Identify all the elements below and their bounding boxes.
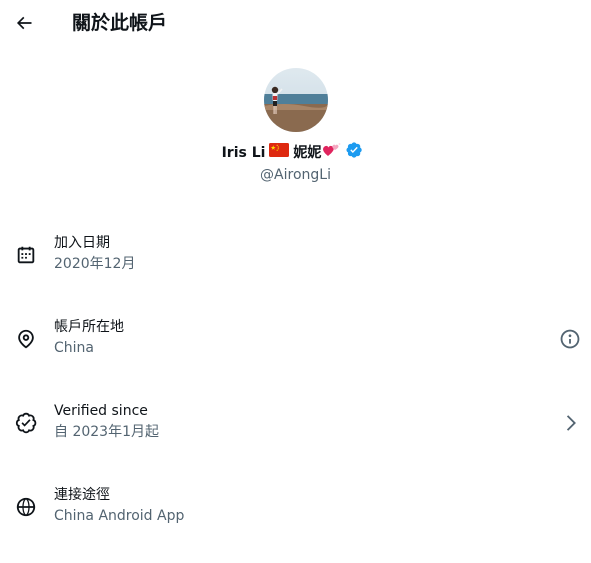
arrow-left-icon [16, 16, 32, 30]
display-name-suffix: 妮妮 [293, 145, 322, 161]
globe-icon [16, 497, 36, 517]
join-date-value: 2020年12月 [54, 256, 136, 272]
info-icon[interactable] [559, 328, 581, 350]
display-name-row: Iris Li 妮妮 [0, 141, 591, 165]
sparkling-hearts-icon [322, 142, 342, 164]
avatar-image [263, 68, 328, 132]
verified-check-icon [15, 412, 37, 434]
row-account-location: 帳戶所在地 China [0, 310, 591, 370]
row-connected-via: 連接途徑 China Android App [0, 478, 591, 538]
connected-via-value: China Android App [54, 508, 185, 524]
back-button[interactable] [10, 8, 38, 38]
china-flag-icon [269, 143, 290, 163]
verified-since-label: Verified since [54, 403, 148, 419]
page-title: 關於此帳戶 [72, 12, 168, 34]
display-name: Iris Li [221, 145, 266, 161]
row-join-date: 加入日期 2020年12月 [0, 226, 591, 286]
calendar-icon [17, 246, 35, 264]
verified-since-value: 自 2023年1月起 [54, 424, 159, 440]
chevron-right-icon[interactable] [560, 412, 582, 434]
handle: @AirongLi [260, 167, 331, 183]
top-bar: 關於此帳戶 [0, 0, 591, 48]
profile-summary: Iris Li 妮妮 @AirongLi [0, 68, 591, 185]
location-pin-icon [18, 329, 34, 349]
account-location-value: China [54, 340, 94, 356]
avatar[interactable] [263, 68, 328, 132]
row-verified-since[interactable]: Verified since 自 2023年1月起 [0, 394, 591, 454]
join-date-label: 加入日期 [54, 235, 110, 251]
account-location-label: 帳戶所在地 [54, 319, 124, 335]
connected-via-label: 連接途徑 [54, 487, 110, 503]
verified-badge-icon[interactable] [345, 141, 363, 165]
